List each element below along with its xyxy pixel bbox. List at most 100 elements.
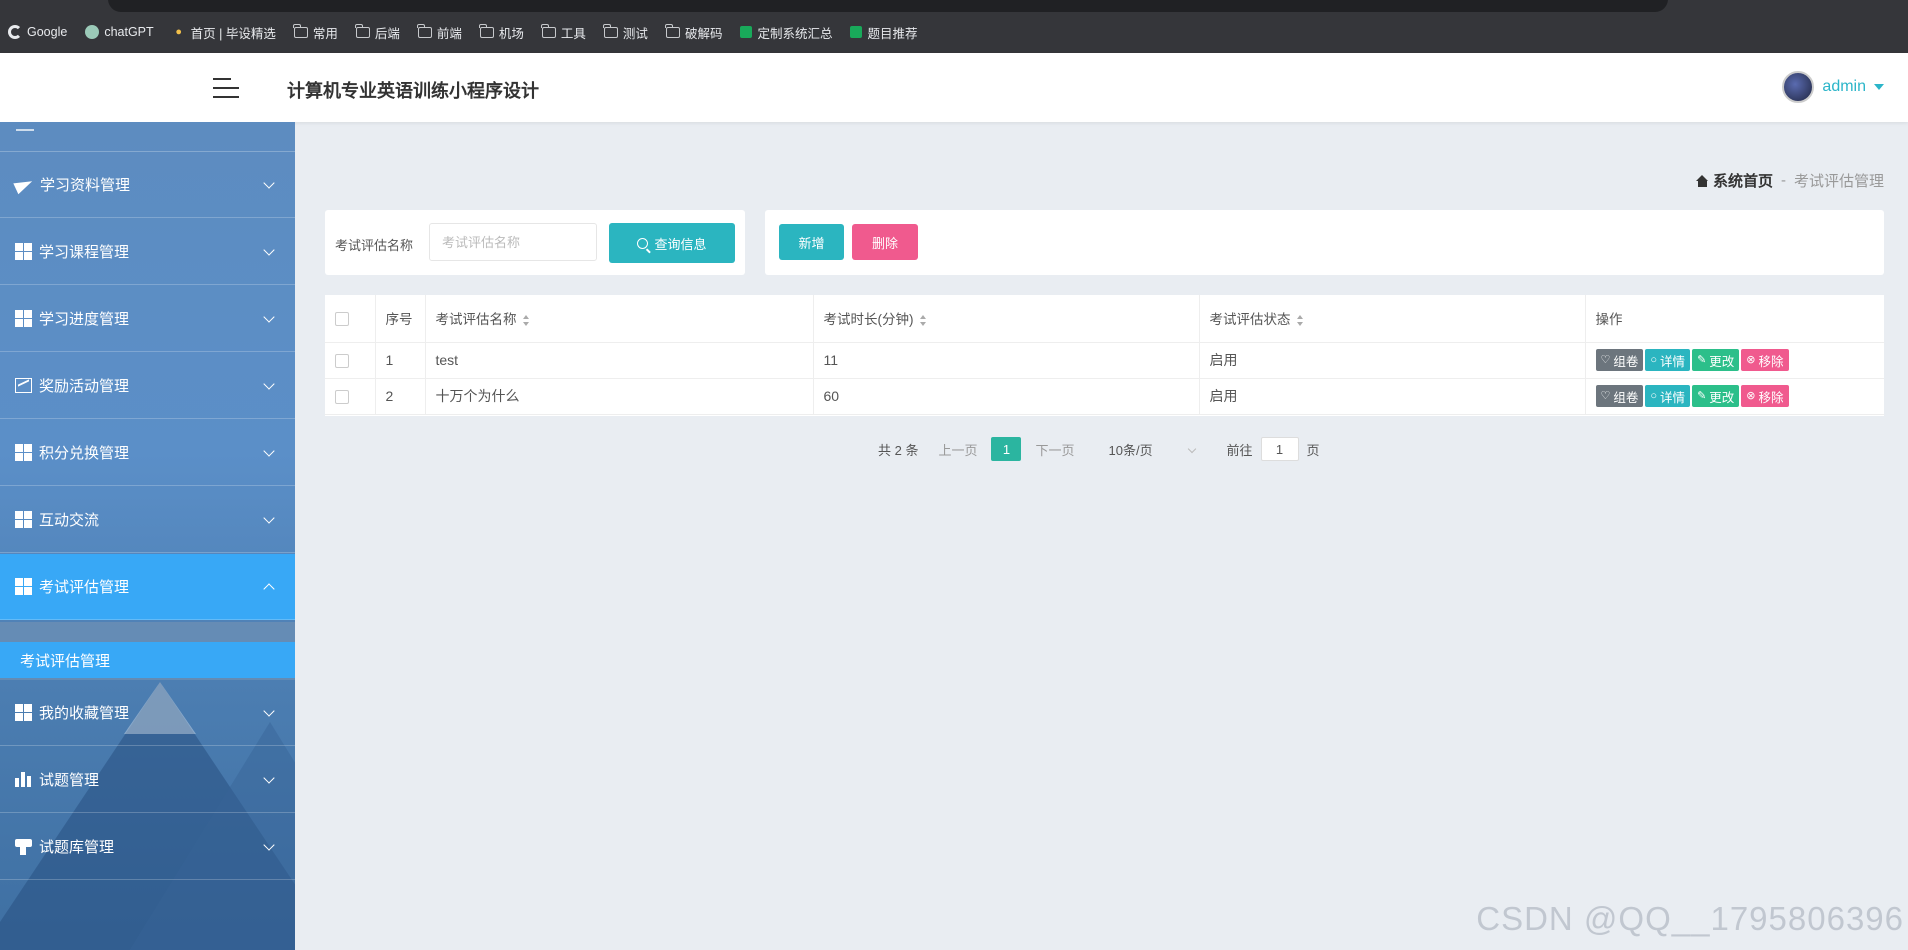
- row-checkbox[interactable]: [335, 354, 349, 369]
- compose-button[interactable]: ♡ 组卷: [1595, 349, 1644, 371]
- col-duration[interactable]: 考试时长(分钟): [813, 295, 1200, 343]
- pagination: 共 2 条 上一页 1 下一页 10条/页 前往 页: [878, 434, 1320, 464]
- search-icon: ○: [1650, 389, 1658, 402]
- sidebar-item-courses[interactable]: 学习课程管理: [0, 219, 295, 285]
- breadcrumb: 系统首页 - 考试评估管理: [1695, 170, 1884, 191]
- menu-toggle-icon[interactable]: [213, 76, 241, 100]
- app-header: 计算机专业英语训练小程序设计 admin: [0, 53, 1908, 122]
- search-button[interactable]: 查询信息: [609, 223, 735, 263]
- edit-button[interactable]: ✎ 更改: [1692, 349, 1740, 371]
- user-name: admin: [1822, 78, 1866, 95]
- action-panel: 新增 删除: [765, 210, 1884, 275]
- search-panel: 考试评估名称 查询信息: [325, 210, 745, 275]
- close-circle-icon: ⊗: [1746, 353, 1756, 366]
- stamp-icon: [15, 838, 32, 855]
- sort-icon[interactable]: [919, 315, 927, 327]
- next-page-button[interactable]: 下一页: [1035, 440, 1074, 459]
- breadcrumb-home[interactable]: 系统首页: [1695, 170, 1773, 191]
- chevron-down-icon: [263, 311, 275, 323]
- bar-chart-icon: [15, 772, 32, 787]
- col-name[interactable]: 考试评估名称: [425, 295, 814, 343]
- col-status[interactable]: 考试评估状态: [1199, 295, 1586, 343]
- grid-icon: [15, 444, 32, 461]
- chevron-up-icon: [263, 583, 275, 595]
- sidebar-item-exam-evaluation[interactable]: 考试评估管理: [0, 554, 295, 620]
- chevron-down-icon: [263, 378, 275, 390]
- bookmark-folder-test[interactable]: 测试: [603, 23, 648, 42]
- cell-ops: ♡ 组卷 ○ 详情 ✎ 更改 ⊗ 移除: [1585, 342, 1884, 379]
- avatar: [1782, 71, 1815, 103]
- chatgpt-icon: [85, 25, 100, 39]
- sidebar-item-interaction[interactable]: 互动交流: [0, 487, 295, 553]
- bookmark-folder-tools[interactable]: 工具: [541, 23, 586, 42]
- folder-icon: [479, 23, 494, 38]
- sidebar-item-questions[interactable]: 试题管理: [0, 747, 295, 813]
- bookmark-custom-systems[interactable]: 定制系统汇总: [740, 23, 832, 42]
- watermark: CSDN @QQ__1795806396: [1476, 900, 1904, 937]
- user-menu[interactable]: admin: [1782, 71, 1884, 103]
- sidebar-item-rewards[interactable]: 奖励活动管理: [0, 353, 295, 419]
- bookmark-folder-backend[interactable]: 后端: [355, 23, 400, 42]
- edit-button[interactable]: ✎ 更改: [1692, 385, 1740, 407]
- search-icon: ○: [1650, 353, 1658, 366]
- bookmark-bishe[interactable]: ● 首页 | 毕设精选: [172, 23, 276, 42]
- goto-page-input[interactable]: [1260, 437, 1299, 461]
- paper-plane-icon: [15, 177, 33, 193]
- row-checkbox[interactable]: [335, 390, 349, 405]
- bookmark-google[interactable]: Google: [8, 25, 67, 39]
- address-bar[interactable]: [108, 0, 1668, 12]
- chevron-down-icon: [263, 705, 275, 717]
- cell-index: 2: [375, 378, 426, 415]
- folder-icon: [355, 23, 370, 38]
- bookmark-topics[interactable]: 题目推荐: [850, 23, 917, 42]
- sidebar-item-progress[interactable]: 学习进度管理: [0, 286, 295, 352]
- bookmark-folder-common[interactable]: 常用: [293, 23, 338, 42]
- detail-button[interactable]: ○ 详情: [1645, 385, 1691, 407]
- cell-duration: 60: [813, 378, 1200, 415]
- search-input[interactable]: [429, 223, 597, 261]
- heart-icon: ♡: [1600, 353, 1611, 366]
- prev-page-button[interactable]: 上一页: [938, 440, 977, 459]
- chevron-down-icon: [1187, 444, 1196, 454]
- sort-icon[interactable]: [1296, 315, 1304, 327]
- pencil-icon: ✎: [1697, 389, 1707, 402]
- pagination-total: 共 2 条: [878, 442, 919, 458]
- bookmark-folder-crack[interactable]: 破解码: [665, 23, 722, 42]
- detail-button[interactable]: ○ 详情: [1645, 349, 1691, 371]
- remove-button[interactable]: ⊗ 移除: [1741, 349, 1789, 371]
- sidebar-item-favorites[interactable]: 我的收藏管理: [0, 680, 295, 746]
- page-size-select[interactable]: 10条/页: [1109, 440, 1203, 459]
- compose-button[interactable]: ♡ 组卷: [1595, 385, 1644, 407]
- cell-name: 十万个为什么: [425, 378, 814, 415]
- sidebar-item-points-exchange[interactable]: 积分兑换管理: [0, 420, 295, 486]
- sort-icon[interactable]: [522, 315, 530, 327]
- row-select-cell: [325, 378, 376, 415]
- select-all-checkbox[interactable]: [335, 311, 349, 326]
- grid-icon: [15, 511, 32, 528]
- page-number-current[interactable]: 1: [991, 437, 1022, 461]
- sheet-icon: [850, 26, 863, 38]
- cell-name: test: [425, 342, 814, 379]
- caret-down-icon: [1874, 84, 1884, 90]
- bookmark-folder-airport[interactable]: 机场: [479, 23, 524, 42]
- chevron-down-icon: [263, 839, 275, 851]
- add-button[interactable]: 新增: [779, 224, 844, 260]
- folder-icon: [541, 23, 556, 38]
- chevron-down-icon: [263, 512, 275, 524]
- cell-duration: 11: [813, 342, 1200, 379]
- table-row: 1 test 11 启用 ♡ 组卷 ○ 详情 ✎ 更改 ⊗ 移除: [325, 342, 1884, 379]
- folder-icon: [665, 23, 680, 38]
- submenu-item-exam-evaluation[interactable]: 考试评估管理: [0, 642, 295, 678]
- bookmark-folder-frontend[interactable]: 前端: [417, 23, 462, 42]
- remove-button[interactable]: ⊗ 移除: [1741, 385, 1789, 407]
- breadcrumb-current: 考试评估管理: [1793, 173, 1884, 190]
- browser-toolbar: Google chatGPT ● 首页 | 毕设精选 常用 后端 前端 机场 工具…: [0, 0, 1908, 53]
- grid-icon: [15, 310, 32, 327]
- sidebar-item-study-materials[interactable]: 学习资料管理: [0, 152, 295, 218]
- sidebar-item-question-bank[interactable]: 试题库管理: [0, 814, 295, 880]
- delete-button[interactable]: 删除: [852, 224, 918, 260]
- bookmarks-bar: Google chatGPT ● 首页 | 毕设精选 常用 后端 前端 机场 工具…: [0, 18, 917, 46]
- cell-index: 1: [375, 342, 426, 379]
- bookmark-chatgpt[interactable]: chatGPT: [85, 25, 154, 39]
- data-table: 序号 考试评估名称 考试时长(分钟) 考试评估状态 操作 1 test 11 启…: [325, 295, 1884, 416]
